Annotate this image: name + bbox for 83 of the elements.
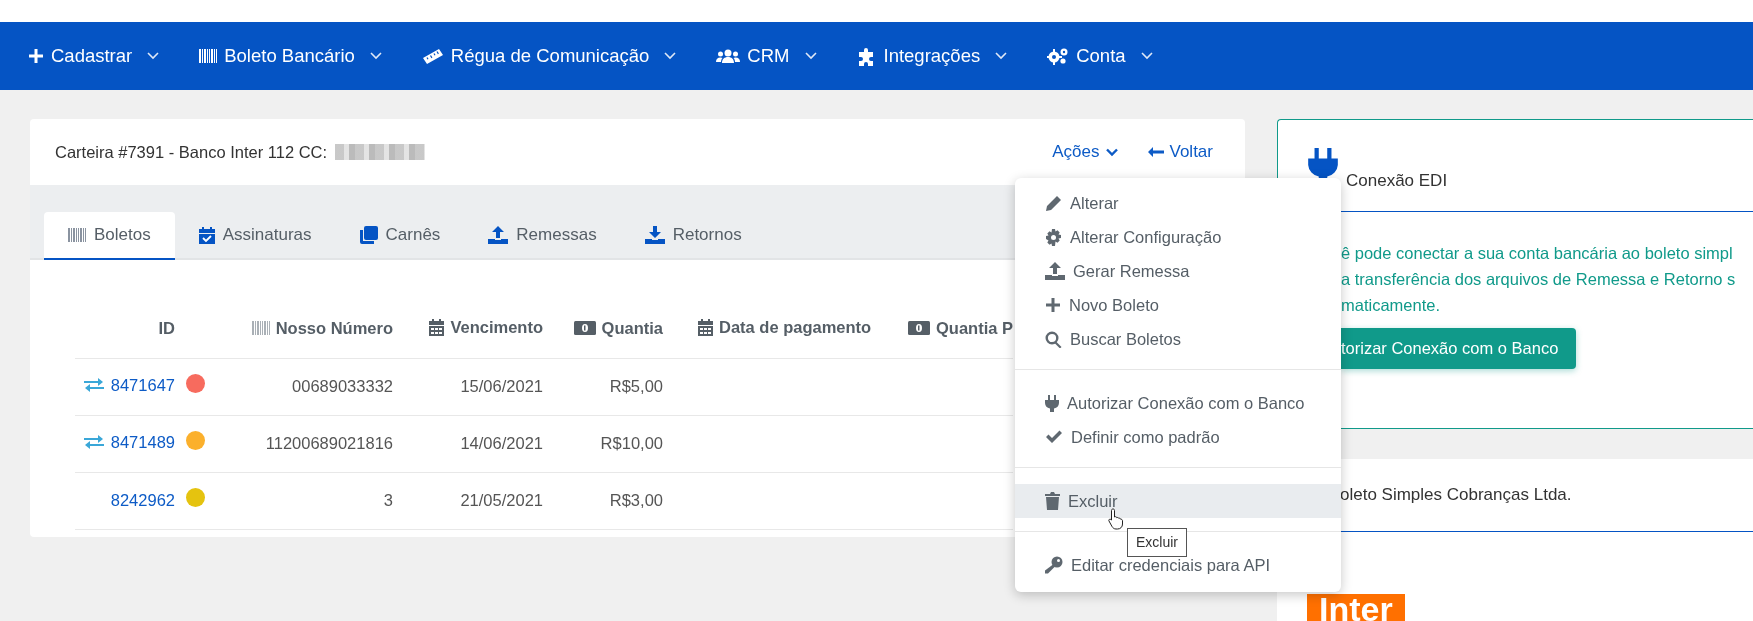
bank-logo: Inter xyxy=(1307,594,1405,621)
chevron-down-icon xyxy=(147,52,160,60)
calendar-check-icon xyxy=(198,226,215,244)
tab[interactable]: Assinaturas xyxy=(174,212,336,260)
nav-menu-item[interactable]: CRM xyxy=(716,42,817,70)
users-icon xyxy=(716,48,741,64)
edi-description-line: ê pode conectar a sua conta bancária ao boleto simpl xyxy=(1341,243,1734,264)
table-cell: 14/06/2021 xyxy=(460,434,543,453)
back-link[interactable]: Voltar xyxy=(1147,139,1213,165)
table-cell: 21/05/2021 xyxy=(460,491,543,510)
menu-item[interactable]: Buscar Boletos xyxy=(1015,322,1341,356)
chevron-down-icon xyxy=(1105,147,1118,157)
edi-title: Conexão EDI xyxy=(1346,170,1448,192)
upload-icon xyxy=(488,226,509,244)
key-icon xyxy=(1045,556,1063,574)
menu-item[interactable]: Alterar Configuração xyxy=(1015,220,1341,254)
column-header: ID xyxy=(158,318,175,340)
check-icon xyxy=(1045,430,1063,444)
chevron-down-icon xyxy=(369,52,382,60)
left-arrow-icon xyxy=(1147,146,1164,158)
column-header: Quantia P xyxy=(908,315,1013,341)
column-header: Data de pagamento xyxy=(698,314,872,340)
nav-menu-item[interactable]: Integrações xyxy=(856,42,1008,70)
plus-icon xyxy=(28,48,44,64)
upload-icon xyxy=(1045,262,1065,280)
menu-item[interactable]: Novo Boleto xyxy=(1015,288,1341,322)
stacked-squares-icon xyxy=(359,226,378,244)
banknote-icon xyxy=(573,321,596,336)
plug-icon xyxy=(1045,394,1059,412)
pencil-icon xyxy=(1045,194,1062,212)
barcode-icon xyxy=(199,49,218,63)
chevron-down-icon xyxy=(804,52,817,60)
banknote-icon xyxy=(908,321,930,336)
gears-icon xyxy=(1047,47,1070,65)
calendar-icon xyxy=(698,318,713,336)
menu-item[interactable]: Definir como padrão xyxy=(1015,420,1341,454)
chevron-down-icon xyxy=(1140,52,1153,60)
menu-item[interactable]: Gerar Remessa xyxy=(1015,254,1341,288)
table-cell: 15/06/2021 xyxy=(460,377,543,396)
calendar-icon xyxy=(429,318,445,336)
nav-menu-item[interactable]: Régua de Comunicação xyxy=(421,42,677,70)
table-cell: R$5,00 xyxy=(609,377,663,396)
boleto-id-link[interactable]: 8471489 xyxy=(83,429,175,455)
tooltip: Excluir xyxy=(1127,528,1187,557)
ruler-icon xyxy=(421,48,444,64)
boleto-id-link[interactable]: 8242962 xyxy=(110,488,175,513)
settings-icon xyxy=(1045,228,1062,246)
edi-description-line: a transferência dos arquivos de Remessa e Retorno s xyxy=(1341,269,1737,290)
edi-description-line: maticamente. xyxy=(1341,295,1442,316)
hand-cursor-icon xyxy=(1108,508,1124,530)
nav-menu-item[interactable]: Boleto Bancário xyxy=(199,42,382,70)
column-header: Nosso Número xyxy=(251,315,393,341)
sync-arrows-icon xyxy=(83,377,104,394)
table-cell: R$10,00 xyxy=(600,434,663,453)
table-cell: 00689033332 xyxy=(292,377,393,396)
column-header: Quantia xyxy=(573,315,663,341)
plus-icon xyxy=(1045,297,1061,313)
table-cell: R$3,00 xyxy=(609,491,663,510)
download-icon xyxy=(644,226,665,244)
sync-arrows-icon xyxy=(83,434,104,451)
tab[interactable]: Boletos xyxy=(44,212,175,260)
table-cell: 3 xyxy=(383,491,393,510)
barcode-icon xyxy=(68,228,86,242)
nav-menu-item[interactable]: Cadastrar xyxy=(28,42,160,70)
tab[interactable]: Carnês xyxy=(335,212,465,260)
menu-item[interactable]: Excluir xyxy=(1015,484,1341,518)
tab[interactable]: Retornos xyxy=(620,212,766,260)
authorize-connection-button[interactable]: torizar Conexão com o Banco xyxy=(1341,328,1577,369)
chevron-down-icon xyxy=(664,52,677,60)
boleto-id-link[interactable]: 8471647 xyxy=(83,372,175,398)
column-header: Vencimento xyxy=(429,314,543,340)
trash-icon xyxy=(1045,492,1060,510)
tab[interactable]: Remessas xyxy=(464,212,621,260)
wallet-title: Carteira #7391 - Banco Inter 112 CC: xyxy=(55,141,328,163)
chevron-down-icon xyxy=(995,52,1008,60)
nav-menu-item[interactable]: Conta xyxy=(1047,42,1153,70)
menu-item[interactable]: Alterar xyxy=(1015,186,1341,220)
barcode-icon xyxy=(251,321,270,336)
table-cell: 11200689021816 xyxy=(265,434,393,453)
actions-link[interactable]: Ações xyxy=(1052,139,1118,165)
company-title: oleto Simples Cobranças Ltda. xyxy=(1340,484,1572,507)
menu-item[interactable]: Autorizar Conexão com o Banco xyxy=(1015,386,1341,420)
search-icon xyxy=(1045,330,1062,348)
